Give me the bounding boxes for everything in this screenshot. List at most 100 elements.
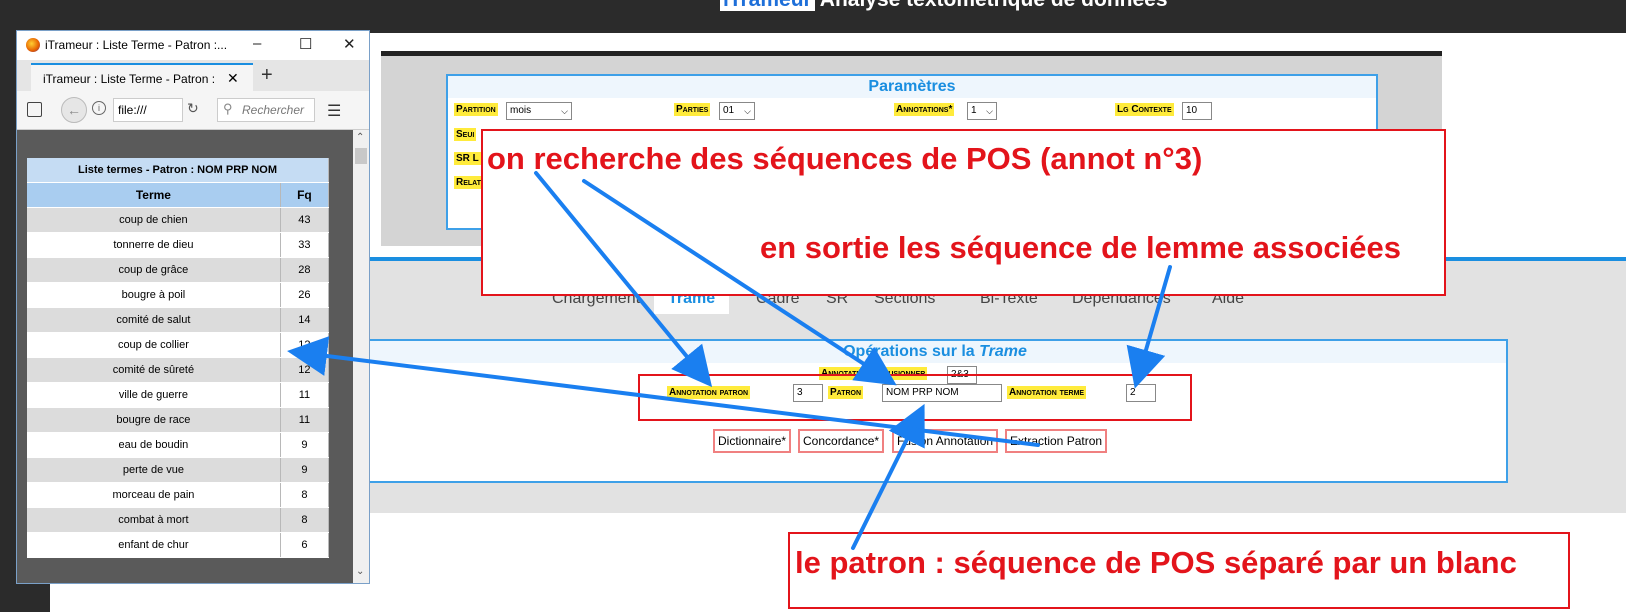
cell-fq: 43 [280, 207, 330, 233]
cell-terme: tonnerre de dieu [27, 232, 281, 258]
browser-tab-label: iTrameur : Liste Terme - Patron : [43, 72, 216, 86]
annotation-terme-input[interactable]: 2 [1126, 384, 1156, 402]
parties-select[interactable]: 01 ⌵ [719, 102, 755, 120]
scroll-up-icon[interactable]: ⌃ [356, 132, 364, 143]
scroll-thumb[interactable] [355, 148, 367, 164]
page-content: Liste termes - Patron : NOM PRP NOM Term… [17, 130, 353, 583]
cell-terme: morceau de pain [27, 482, 281, 508]
lg-contexte-label: Lg Contexte [1115, 103, 1174, 116]
search-field[interactable]: ⚲ Rechercher [217, 98, 315, 122]
relat-label: Relat [454, 176, 483, 189]
cell-terme: eau de boudin [27, 432, 281, 458]
parties-label: Parties [674, 103, 711, 116]
cell-fq: 33 [280, 232, 330, 258]
new-tab-icon[interactable]: + [261, 64, 273, 87]
cell-terme: coup de grâce [27, 257, 281, 283]
browser-navbar: ← i file:/// ↻ ⚲ Rechercher ☰ [17, 91, 369, 130]
table-row: perte de vue 9 [27, 457, 330, 483]
annotation-patron-label: Annotation patron [667, 386, 751, 399]
parties-value: 01 [723, 105, 735, 116]
patron-input[interactable]: NOM PRP NOM [882, 384, 1002, 402]
table-row: coup de collier 12 [27, 332, 330, 358]
maximize-icon[interactable]: ☐ [299, 35, 312, 53]
table-row: eau de boudin 9 [27, 432, 330, 458]
app-title-rest: Analyse textométrique de données [815, 0, 1168, 11]
table-row: coup de chien 43 [27, 207, 330, 233]
tab-close-icon[interactable]: ✕ [227, 70, 239, 87]
app-title: iTrameur Analyse textométrique de donnée… [720, 0, 1168, 12]
cell-fq: 11 [280, 382, 330, 408]
callout-patron-sequence: le patron : séquence de POS séparé par u… [795, 545, 1517, 580]
operations-title-prefix: Opérations sur la [843, 343, 980, 360]
table-row: comité de sûreté 12 [27, 357, 330, 383]
table-row: bougre à poil 26 [27, 282, 330, 308]
operations-title: Opérations sur la Trame [364, 341, 1506, 363]
table-row: bougre de race 11 [27, 407, 330, 433]
table-row: combat à mort 8 [27, 507, 330, 533]
menu-icon[interactable]: ☰ [327, 101, 341, 121]
cell-fq: 8 [280, 507, 330, 533]
browser-window: iTrameur : Liste Terme - Patron :... – ☐… [16, 30, 370, 584]
firefox-icon [26, 38, 40, 52]
cell-fq: 12 [280, 332, 330, 358]
chevron-down-icon: ⌵ [561, 106, 568, 116]
cell-fq: 9 [280, 432, 330, 458]
cell-fq: 26 [280, 282, 330, 308]
column-header-fq[interactable]: Fq [280, 182, 330, 208]
lg-contexte-input[interactable]: 10 [1182, 102, 1212, 120]
cell-terme: enfant de chur [27, 532, 281, 558]
search-icon: ⚲ [223, 101, 233, 116]
search-placeholder: Rechercher [242, 103, 305, 117]
browser-tab-bar: iTrameur : Liste Terme - Patron : ✕ + [17, 60, 369, 93]
cell-fq: 11 [280, 407, 330, 433]
cell-terme: ville de guerre [27, 382, 281, 408]
cell-terme: comité de sûreté [27, 357, 281, 383]
close-icon[interactable]: ✕ [343, 35, 356, 53]
app-brand: iTrameur [720, 0, 815, 11]
cell-fq: 6 [280, 532, 330, 558]
cell-fq: 8 [280, 482, 330, 508]
partition-label: Partition [454, 103, 498, 116]
cell-fq: 14 [280, 307, 330, 333]
seuil-label: Seui [454, 128, 477, 141]
cell-terme: perte de vue [27, 457, 281, 483]
annotation-terme-label: Annotation terme [1007, 386, 1087, 399]
terms-table: Liste termes - Patron : NOM PRP NOM Term… [27, 158, 330, 558]
annotations-select[interactable]: 1 ⌵ [967, 102, 997, 120]
reader-view-icon[interactable] [27, 102, 42, 117]
extraction-patron-button[interactable]: Extraction Patron [1005, 429, 1108, 453]
browser-tab[interactable]: iTrameur : Liste Terme - Patron : ✕ [31, 63, 253, 93]
cell-terme: bougre de race [27, 407, 281, 433]
app-title-bar: iTrameur Analyse textométrique de donnée… [50, 0, 1626, 33]
table-row: morceau de pain 8 [27, 482, 330, 508]
chevron-down-icon: ⌵ [744, 106, 751, 116]
reload-icon[interactable]: ↻ [187, 100, 199, 117]
annotation-patron-input[interactable]: 3 [793, 384, 823, 402]
minimize-icon[interactable]: – [253, 35, 261, 52]
info-icon[interactable]: i [92, 101, 106, 115]
url-field[interactable]: file:/// [113, 98, 183, 122]
scroll-down-icon[interactable]: ⌄ [356, 566, 364, 577]
window-title: iTrameur : Liste Terme - Patron :... [45, 38, 228, 52]
table-row: comité de salut 14 [27, 307, 330, 333]
partition-select[interactable]: mois ⌵ [506, 102, 572, 120]
patron-label: Patron [828, 386, 864, 399]
table-row: ville de guerre 11 [27, 382, 330, 408]
window-titlebar: iTrameur : Liste Terme - Patron :... – ☐… [17, 31, 369, 60]
partition-value: mois [510, 105, 532, 116]
table-row: coup de grâce 28 [27, 257, 330, 283]
sr-label: SR L [454, 152, 481, 165]
table-title: Liste termes - Patron : NOM PRP NOM [27, 158, 329, 183]
annotations-label: Annotations* [894, 103, 955, 116]
dictionnaire-button[interactable]: Dictionnaire* [713, 429, 792, 453]
chevron-down-icon: ⌵ [986, 106, 993, 116]
column-header-terme[interactable]: Terme [27, 182, 281, 208]
cell-terme: combat à mort [27, 507, 281, 533]
callout-pos-search: on recherche des séquences de POS (annot… [487, 141, 1203, 176]
concordance-button[interactable]: Concordance* [798, 429, 885, 453]
cell-terme: comité de salut [27, 307, 281, 333]
back-arrow-icon[interactable]: ← [61, 97, 87, 123]
fusion-annotation-button[interactable]: Fusion Annotation [892, 429, 999, 453]
cell-fq: 9 [280, 457, 330, 483]
scrollbar[interactable]: ⌃ ⌄ [353, 130, 369, 583]
